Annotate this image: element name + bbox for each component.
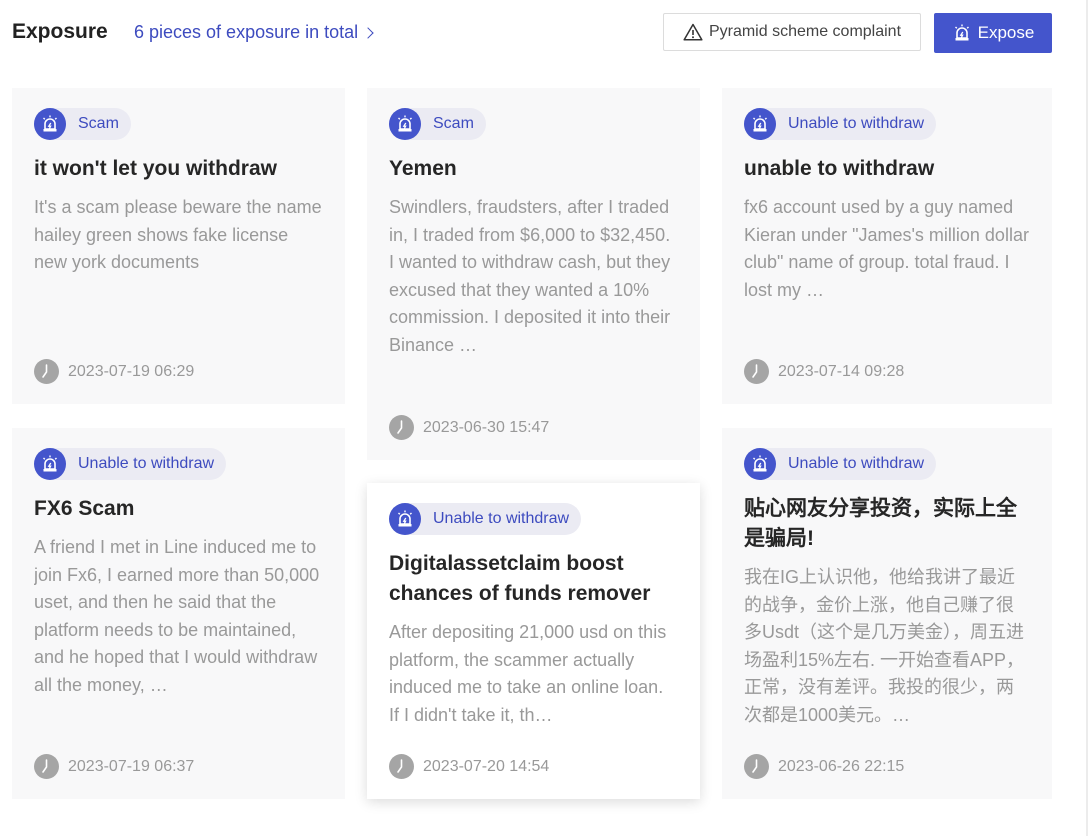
expose-button[interactable]: Expose xyxy=(934,13,1052,53)
category-tag: Scam xyxy=(389,108,486,140)
card-title: Digitalassetclaim boost chances of funds… xyxy=(389,552,651,605)
card-timestamp: 2023-07-20 14:54 xyxy=(389,754,549,779)
category-tag-label: Unable to withdraw xyxy=(788,455,925,472)
card-description: It's a scam please beware the name haile… xyxy=(34,197,322,272)
card-description: fx6 account used by a guy named Kieran u… xyxy=(744,197,1029,300)
card-title: 贴心网友分享投资，实际上全是骗局! xyxy=(744,497,1017,550)
card-title: unable to withdraw xyxy=(744,157,935,180)
category-tag: Unable to withdraw xyxy=(389,503,582,535)
chevron-right-icon xyxy=(362,27,374,39)
category-tag-label: Unable to withdraw xyxy=(78,455,215,472)
category-tag-label: Scam xyxy=(78,115,119,132)
total-exposure-link[interactable]: 6 pieces of exposure in total xyxy=(134,22,374,43)
card-title: FX6 Scam xyxy=(34,497,135,520)
exposure-page: Exposure 6 pieces of exposure in total P… xyxy=(0,0,1088,836)
card-description: 我在IG上认识他，他给我讲了最近的战争，金价上涨，他自己赚了很多Usdt（这个是… xyxy=(744,567,1025,725)
card-timestamp: 2023-07-14 09:28 xyxy=(744,359,904,384)
card-timestamp: 2023-06-30 15:47 xyxy=(389,415,549,440)
total-exposure-link-label: 6 pieces of exposure in total xyxy=(134,22,359,42)
card-timestamp-text: 2023-07-19 06:29 xyxy=(68,362,195,380)
category-tag-label: Unable to withdraw xyxy=(433,510,570,527)
alarm-icon xyxy=(389,108,421,140)
card-timestamp-text: 2023-06-26 22:15 xyxy=(778,757,905,775)
exposure-card[interactable]: Unable to withdraw FX6 Scam A friend I m… xyxy=(12,428,345,799)
alarm-icon xyxy=(954,24,969,41)
alarm-icon xyxy=(744,448,776,480)
category-tag-label: Unable to withdraw xyxy=(788,115,925,132)
category-tag: Unable to withdraw xyxy=(744,448,937,480)
warning-icon xyxy=(683,23,703,41)
clock-icon xyxy=(34,359,59,384)
page-title: Exposure xyxy=(12,20,108,43)
card-timestamp: 2023-07-19 06:29 xyxy=(34,359,194,384)
exposure-card[interactable]: Scam it won't let you withdraw It's a sc… xyxy=(12,88,345,404)
category-tag-label: Scam xyxy=(433,115,474,132)
card-timestamp: 2023-07-19 06:37 xyxy=(34,754,194,779)
alarm-icon xyxy=(389,503,421,535)
card-title: it won't let you withdraw xyxy=(34,157,277,180)
category-tag: Scam xyxy=(34,108,131,140)
clock-icon xyxy=(389,754,414,779)
exposure-card[interactable]: Unable to withdraw unable to withdraw fx… xyxy=(722,88,1052,404)
card-title: Yemen xyxy=(389,157,457,180)
alarm-icon xyxy=(744,108,776,140)
expose-button-label: Expose xyxy=(977,23,1035,42)
clock-icon xyxy=(744,359,769,384)
alarm-icon xyxy=(34,108,66,140)
card-description: A friend I met in Line induced me to joi… xyxy=(34,537,320,695)
card-timestamp-text: 2023-07-19 06:37 xyxy=(68,757,195,775)
card-description: Swindlers, fraudsters, after I traded in… xyxy=(389,197,671,355)
category-tag: Unable to withdraw xyxy=(34,448,227,480)
pyramid-complaint-button[interactable]: Pyramid scheme complaint xyxy=(663,13,921,51)
clock-icon xyxy=(744,754,769,779)
alarm-icon xyxy=(34,448,66,480)
exposure-card[interactable]: Scam Yemen Swindlers, fraudsters, after … xyxy=(367,88,700,460)
exposure-card[interactable]: Unable to withdraw Digitalassetclaim boo… xyxy=(367,483,700,799)
pyramid-complaint-label: Pyramid scheme complaint xyxy=(708,23,902,40)
header: Exposure 6 pieces of exposure in total P… xyxy=(12,12,1052,54)
category-tag: Unable to withdraw xyxy=(744,108,937,140)
card-timestamp-text: 2023-06-30 15:47 xyxy=(423,418,550,436)
card-timestamp-text: 2023-07-14 09:28 xyxy=(778,362,905,380)
card-timestamp-text: 2023-07-20 14:54 xyxy=(423,757,550,775)
exposure-card[interactable]: Unable to withdraw 贴心网友分享投资，实际上全是骗局! 我在I… xyxy=(722,428,1052,799)
clock-icon xyxy=(34,754,59,779)
card-description: After depositing 21,000 usd on this plat… xyxy=(389,622,667,725)
clock-icon xyxy=(389,415,414,440)
card-timestamp: 2023-06-26 22:15 xyxy=(744,754,904,779)
